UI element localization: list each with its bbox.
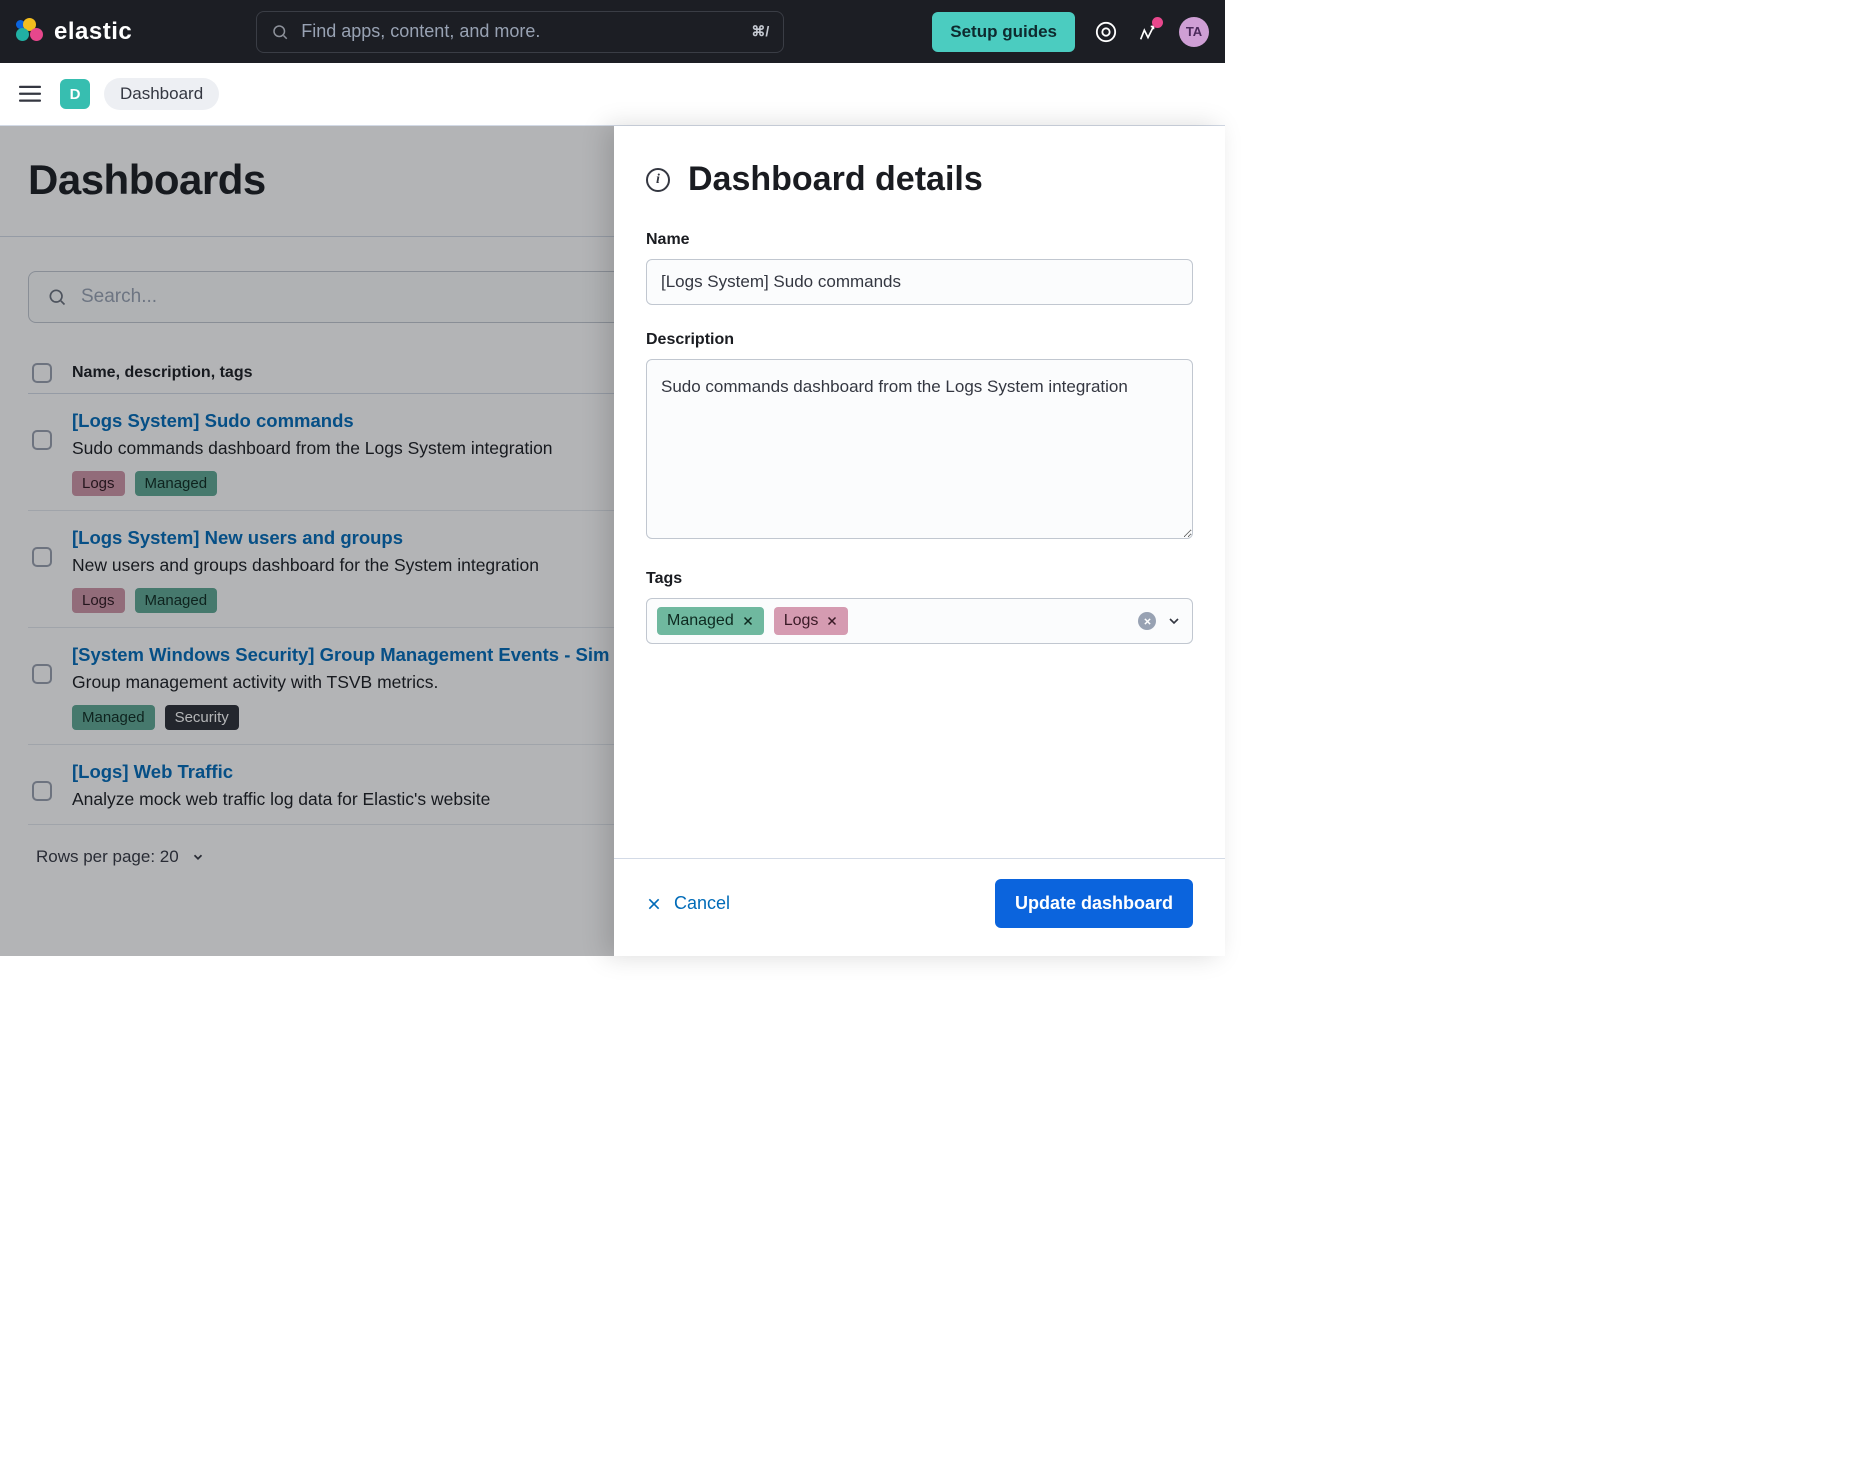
tags-field-label: Tags — [646, 570, 1193, 588]
hamburger-icon — [19, 85, 41, 103]
name-field-label: Name — [646, 231, 1193, 249]
remove-tag-icon[interactable] — [742, 615, 754, 627]
notification-dot-icon — [1152, 17, 1163, 28]
sub-header: D Dashboard — [0, 63, 1225, 126]
global-search-placeholder: Find apps, content, and more. — [301, 21, 739, 42]
flyout-title: Dashboard details — [688, 160, 983, 199]
dashboard-details-flyout: i Dashboard details Name Description Tag… — [614, 126, 1225, 956]
space-badge[interactable]: D — [60, 79, 90, 109]
user-avatar[interactable]: TA — [1179, 17, 1209, 47]
search-icon — [271, 23, 289, 41]
breadcrumb[interactable]: Dashboard — [104, 78, 219, 110]
update-dashboard-button[interactable]: Update dashboard — [995, 879, 1193, 928]
tag-chip-logs[interactable]: Logs — [774, 607, 849, 635]
chevron-down-icon[interactable] — [1166, 613, 1182, 629]
newsfeed-icon[interactable] — [1137, 21, 1159, 43]
brand-logo-icon — [16, 18, 44, 46]
cancel-label: Cancel — [674, 893, 730, 914]
tag-chip-label: Logs — [784, 612, 819, 630]
brand-logo[interactable]: elastic — [16, 18, 132, 46]
tags-combobox[interactable]: Managed Logs — [646, 598, 1193, 644]
close-icon — [646, 896, 662, 912]
description-field-label: Description — [646, 331, 1193, 349]
description-textarea[interactable] — [646, 359, 1193, 539]
global-search-shortcut: ⌘/ — [751, 23, 769, 40]
cancel-button[interactable]: Cancel — [646, 893, 730, 914]
global-header: elastic Find apps, content, and more. ⌘/… — [0, 0, 1225, 63]
global-search-input[interactable]: Find apps, content, and more. ⌘/ — [256, 11, 784, 53]
remove-tag-icon[interactable] — [826, 615, 838, 627]
nav-menu-button[interactable] — [14, 78, 46, 110]
name-input[interactable] — [646, 259, 1193, 305]
tag-chip-label: Managed — [667, 612, 734, 630]
brand-name: elastic — [54, 18, 132, 46]
tag-chip-managed[interactable]: Managed — [657, 607, 764, 635]
help-icon[interactable] — [1095, 21, 1117, 43]
info-icon: i — [646, 168, 670, 192]
setup-guides-button[interactable]: Setup guides — [932, 12, 1075, 52]
flyout-footer: Cancel Update dashboard — [614, 858, 1225, 956]
clear-tags-button[interactable] — [1138, 612, 1156, 630]
close-icon — [1143, 617, 1152, 626]
